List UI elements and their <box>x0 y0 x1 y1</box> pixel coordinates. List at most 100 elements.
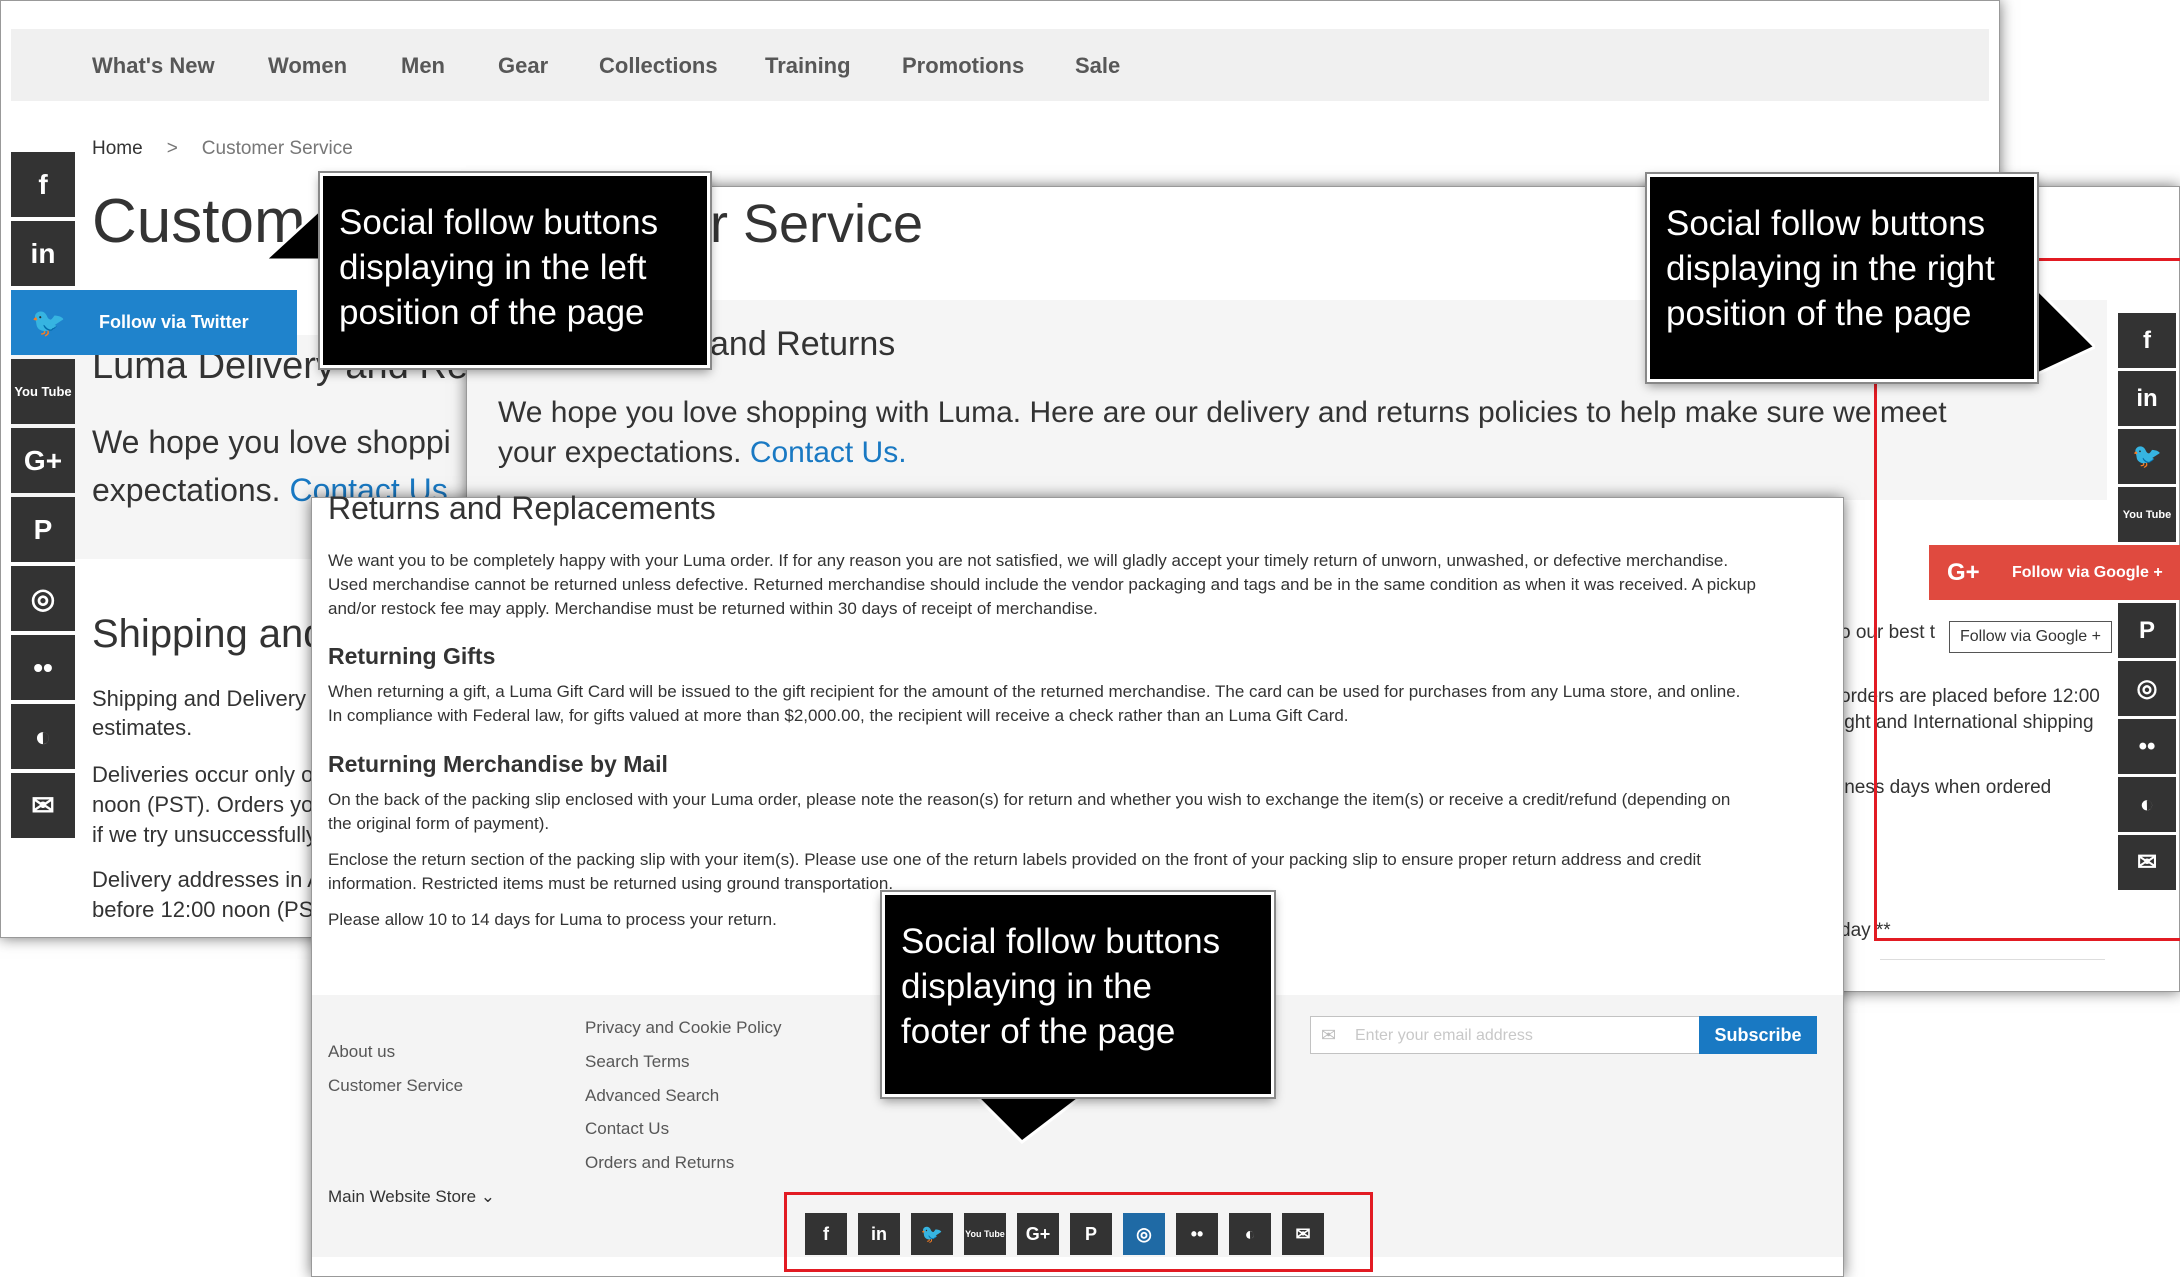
pinterest-icon[interactable]: P <box>1070 1213 1112 1255</box>
nav-sale[interactable]: Sale <box>1075 53 1120 79</box>
newsletter-email-input[interactable] <box>1353 1021 1687 1051</box>
callout-footer-position: Social follow buttons displaying in the … <box>882 892 1274 1097</box>
callout-line: Social follow buttons <box>339 203 659 242</box>
pinterest-icon[interactable]: P <box>11 497 75 562</box>
facebook-icon[interactable]: f <box>805 1213 847 1255</box>
shipping-text: Delivery addresses in A <box>92 867 322 892</box>
callout-arrow <box>2035 287 2095 377</box>
youtube-icon[interactable]: You Tube <box>2118 487 2176 542</box>
nav-whats-new[interactable]: What's New <box>92 53 215 79</box>
follow-tooltip: Follow via Google + <box>1949 621 2112 653</box>
breadcrumb-current: Customer Service <box>201 138 353 159</box>
breadcrumb: Home > Customer Service <box>92 138 353 160</box>
follow-via-google-plus-button[interactable]: G+ Follow via Google + <box>1929 545 2180 600</box>
mail-text: information. Restricted items must be re… <box>328 874 894 893</box>
shipping-text: noon (PST). Orders yo <box>92 792 314 817</box>
follow-via-twitter-button[interactable]: 🐦 Follow via Twitter <box>11 290 297 355</box>
store-switcher-label: Main Website Store <box>328 1187 477 1206</box>
returning-gifts-heading: Returning Gifts <box>328 643 496 669</box>
envelope-icon: ✉ <box>1321 1025 1337 1045</box>
callout-line: Social follow buttons <box>901 922 1221 961</box>
callout-left-position: Social follow buttons displaying in the … <box>320 173 710 368</box>
nav-gear[interactable]: Gear <box>498 53 548 79</box>
callout-line: displaying in the right <box>1666 249 1995 288</box>
chevron-down-icon: ⌄ <box>480 1187 496 1206</box>
intro-line: We hope you love shopping with Luma. Her… <box>498 396 1947 469</box>
nav-collections[interactable]: Collections <box>599 53 718 79</box>
mail-text: the original form of payment). <box>328 814 550 833</box>
website-icon[interactable]: ◐ <box>1229 1213 1271 1255</box>
contact-us-link[interactable]: Contact Us. <box>750 436 907 469</box>
flickr-icon[interactable]: •• <box>11 635 75 700</box>
callout-line: position of the page <box>339 293 645 332</box>
email-icon[interactable]: ✉ <box>1282 1213 1324 1255</box>
callout-line: footer of the page <box>901 1012 1176 1051</box>
footer-link-privacy[interactable]: Privacy and Cookie Policy <box>585 1018 782 1038</box>
callout-arrow <box>265 205 325 262</box>
footer-link-advanced-search[interactable]: Advanced Search <box>585 1086 719 1106</box>
footer-link-orders-returns[interactable]: Orders and Returns <box>585 1153 734 1173</box>
footer-social-bar: f in 🐦 You Tube G+ P ◎ •• ◐ ✉ <box>805 1213 1335 1255</box>
section-heading: and Returns <box>710 325 896 363</box>
shipping-text: Shipping and Delivery <box>92 686 307 711</box>
facebook-icon[interactable]: f <box>11 152 75 217</box>
nav-training[interactable]: Training <box>765 53 851 79</box>
website-icon[interactable]: ◐ <box>11 704 75 769</box>
linkedin-icon[interactable]: in <box>858 1213 900 1255</box>
website-icon[interactable]: ◐ <box>2118 777 2176 832</box>
youtube-icon[interactable]: You Tube <box>964 1213 1006 1255</box>
flickr-icon[interactable]: •• <box>2118 719 2176 774</box>
twitter-icon[interactable]: 🐦 <box>911 1213 953 1255</box>
shipping-text: if we try unsuccessfully <box>92 822 317 847</box>
google-plus-icon: G+ <box>1947 559 1980 586</box>
nav-men[interactable]: Men <box>401 53 445 79</box>
newsletter-field[interactable]: ✉ <box>1310 1016 1700 1054</box>
gifts-text: When returning a gift, a Luma Gift Card … <box>328 682 1741 701</box>
email-icon[interactable]: ✉ <box>2118 835 2176 890</box>
nav-women[interactable]: Women <box>268 53 347 79</box>
callout-line: displaying in the left <box>339 248 647 287</box>
mail-text: Please allow 10 to 14 days for Luma to p… <box>328 910 777 929</box>
shipping-heading: Shipping and <box>92 612 326 656</box>
main-navigation: What's New Women Men Gear Collections Tr… <box>11 29 1989 101</box>
nav-promotions[interactable]: Promotions <box>902 53 1024 79</box>
breadcrumb-home[interactable]: Home <box>92 138 143 159</box>
google-plus-icon[interactable]: G+ <box>1017 1213 1059 1255</box>
flickr-icon[interactable]: •• <box>1176 1213 1218 1255</box>
mail-text: On the back of the packing slip enclosed… <box>328 790 1731 809</box>
shipping-text: Deliveries occur only o <box>92 762 314 787</box>
linkedin-icon[interactable]: in <box>2118 371 2176 426</box>
footer-link-contact[interactable]: Contact Us <box>585 1119 669 1139</box>
instagram-icon[interactable]: ◎ <box>1123 1213 1165 1255</box>
follow-label: Follow via Twitter <box>99 312 249 332</box>
follow-label: Follow via Google + <box>2012 564 2163 581</box>
instagram-icon[interactable]: ◎ <box>2118 661 2176 716</box>
callout-line: displaying in the <box>901 967 1152 1006</box>
footer-link-about[interactable]: About us <box>328 1042 395 1062</box>
intro-line: We hope you love shoppi <box>92 424 451 460</box>
youtube-icon[interactable]: You Tube <box>11 359 75 424</box>
instagram-icon[interactable]: ◎ <box>11 566 75 631</box>
returning-by-mail-heading: Returning Merchandise by Mail <box>328 751 668 777</box>
email-icon[interactable]: ✉ <box>11 773 75 838</box>
facebook-icon[interactable]: f <box>2118 313 2176 368</box>
breadcrumb-separator: > <box>166 138 178 159</box>
linkedin-icon[interactable]: in <box>11 221 75 286</box>
footer-link-search-terms[interactable]: Search Terms <box>585 1052 690 1072</box>
divider <box>1880 959 2105 960</box>
returns-text: We want you to be completely happy with … <box>328 551 1729 570</box>
intro-text: We hope you love shopping with Luma. Her… <box>498 393 1958 473</box>
footer-link-customer-service[interactable]: Customer Service <box>328 1076 463 1096</box>
callout-right-position: Social follow buttons displaying in the … <box>1647 174 2037 382</box>
twitter-icon[interactable]: 🐦 <box>2118 429 2176 484</box>
intro-line: expectations. <box>92 472 281 508</box>
shipping-text: estimates. <box>92 715 193 740</box>
store-switcher[interactable]: Main Website Store ⌄ <box>328 1187 495 1207</box>
right-social-bar: f in 🐦 You Tube G+ P ◎ •• ◐ ✉ <box>2118 313 2178 893</box>
subscribe-button[interactable]: Subscribe <box>1699 1016 1817 1054</box>
pinterest-icon[interactable]: P <box>2118 603 2176 658</box>
returns-text: and/or restock fee may apply. Merchandis… <box>328 599 1098 618</box>
mail-text: Enclose the return section of the packin… <box>328 850 1702 869</box>
google-plus-icon[interactable]: G+ <box>11 428 75 493</box>
page-title: r Service <box>710 194 924 254</box>
